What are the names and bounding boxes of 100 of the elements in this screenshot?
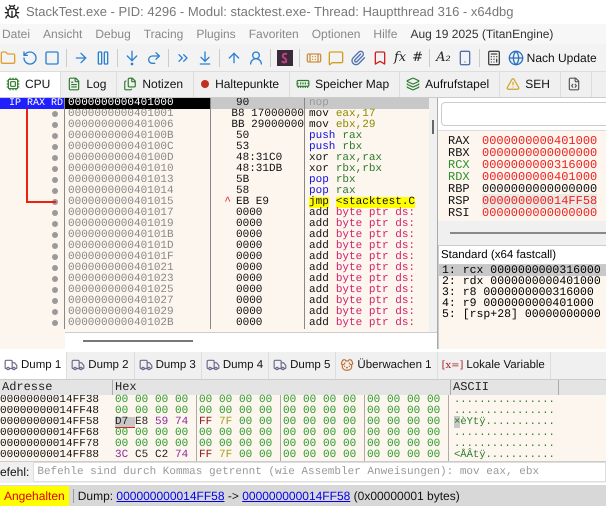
hex-byte: 00 xyxy=(115,428,130,439)
breakpoint-dot-icon[interactable] xyxy=(52,188,58,194)
hex-byte: 00 xyxy=(135,394,150,406)
splitter[interactable] xyxy=(438,220,606,245)
step-into-icon[interactable] xyxy=(124,50,140,66)
comment-icon[interactable] xyxy=(328,50,344,66)
register-value[interactable]: 0000000000000000 xyxy=(482,206,598,220)
breakpoint-dot-icon[interactable] xyxy=(52,166,58,172)
register-value[interactable]: 0000000000000000 xyxy=(482,146,598,160)
hex-byte: 00 xyxy=(115,394,130,406)
address-link[interactable]: 000000000014FF58 xyxy=(116,488,225,503)
mnemonic: add xyxy=(309,262,329,274)
breakpoint-dot-icon[interactable] xyxy=(52,210,58,216)
hex-byte: 00 xyxy=(367,450,382,461)
font-glyph[interactable]: A₂ xyxy=(436,50,451,66)
run-icon[interactable] xyxy=(73,50,89,66)
mnemonic: xor xyxy=(309,152,329,164)
tab[interactable]: Dump 1 xyxy=(0,352,68,379)
argument-row[interactable]: 1: rcx 0000000000316000 xyxy=(439,264,606,276)
truck-icon xyxy=(4,358,18,372)
phone-icon[interactable] xyxy=(456,50,473,66)
breakpoint-dot-icon[interactable] xyxy=(52,243,58,250)
bookmark-icon[interactable] xyxy=(372,50,388,66)
stop-icon[interactable] xyxy=(44,50,60,66)
breakpoint-dot-icon[interactable] xyxy=(52,177,58,184)
register-name: RCX xyxy=(448,158,471,172)
hex-byte: 00 xyxy=(427,438,442,450)
argument-row[interactable]: 2: rdx 0000000000401000 xyxy=(439,276,606,287)
hex-byte: 59 xyxy=(155,416,170,428)
hex-byte: 00 xyxy=(387,416,402,428)
hex-byte: 00 xyxy=(323,394,338,406)
breakpoint-dot-icon[interactable] xyxy=(52,155,58,162)
address-cell-text: 00000000014FF78 xyxy=(0,438,100,450)
register-value[interactable]: 0000000000401000 xyxy=(482,170,598,184)
argument-row[interactable]: 3: r8 0000000000316000 xyxy=(439,286,606,298)
bytes-cell: 48:31DB xyxy=(236,164,282,175)
bytes-cell: 53 xyxy=(236,142,250,153)
breakpoint-dot-icon[interactable] xyxy=(52,287,58,294)
argument-row[interactable]: 5: [rsp+28] 00000000000 xyxy=(439,308,606,320)
ascii-text: ................ xyxy=(453,406,556,417)
address-cell: 0000000000401013 xyxy=(65,174,211,186)
update-button[interactable]: Nach Update xyxy=(508,50,597,66)
operands: eax,17 xyxy=(336,108,376,120)
folder-icon[interactable] xyxy=(0,50,16,66)
register-name: RDX xyxy=(448,170,471,184)
hex-byte: 00 xyxy=(219,438,234,450)
debugger-state: Angehalten xyxy=(0,486,69,506)
hex-byte: 00 xyxy=(407,428,422,439)
bytes-cell: B8 17000000 xyxy=(231,108,304,120)
hex-byte: 00 xyxy=(323,406,338,417)
hex-byte: 00 xyxy=(135,406,150,417)
register-value[interactable]: 0000000000000000 xyxy=(482,182,598,196)
breakpoint-dot-icon[interactable] xyxy=(52,221,58,228)
address-cell-text: 00000000014FF38 xyxy=(0,394,100,406)
mnemonic: xor xyxy=(309,164,329,175)
horizontal-scrollbar[interactable] xyxy=(65,332,437,349)
argument-row[interactable]: 4: r9 0000000000401000 xyxy=(439,298,606,309)
register-value[interactable]: 0000000000401000 xyxy=(482,134,598,148)
breakpoint-dot-icon[interactable] xyxy=(52,232,58,238)
hex-byte: 00 xyxy=(303,428,318,439)
address-cell: 0000000000401017 xyxy=(65,208,211,219)
address-link[interactable]: 000000000014FF58 xyxy=(242,488,350,503)
bytes-cell: 0000 xyxy=(236,252,262,263)
command-field[interactable]: Befehle sind durch Kommas getrennt (wie Assembler Anweisungen): mov eax, ebx xyxy=(33,462,606,482)
operands: rbx xyxy=(336,174,356,186)
hex-byte: 00 xyxy=(427,416,442,428)
calling-convention-dropdown[interactable]: Standard (x64 fastcall) xyxy=(438,244,606,265)
register-value[interactable]: 0000000000316000 xyxy=(482,158,598,172)
hex-byte: 00 xyxy=(367,428,382,439)
restart-icon[interactable] xyxy=(22,50,38,66)
breakpoint-dot-icon[interactable] xyxy=(52,298,58,304)
address-cell: 0000000000401001 xyxy=(65,108,211,120)
breakpoint-dot-icon[interactable] xyxy=(52,254,58,260)
mnemonic: add xyxy=(309,306,329,318)
pause-icon[interactable] xyxy=(95,50,111,66)
breakpoint-dot-icon[interactable] xyxy=(52,320,58,326)
breakpoint-dot-icon[interactable] xyxy=(52,309,58,316)
bytes-cell: 0000 xyxy=(236,218,262,230)
calculator-icon[interactable] xyxy=(486,50,502,66)
hash-glyph[interactable]: # xyxy=(412,50,424,66)
function-glyph[interactable]: fx xyxy=(394,50,406,66)
breakpoint-dot-icon[interactable] xyxy=(52,111,58,118)
user-icon[interactable] xyxy=(248,50,264,66)
vertical-scrollbar[interactable] xyxy=(429,98,437,332)
column-header: Adresse xyxy=(0,380,113,395)
breakpoint-dot-icon[interactable] xyxy=(52,144,58,150)
up-arrow-icon[interactable] xyxy=(226,50,242,66)
tab[interactable]: CPU xyxy=(0,72,62,97)
breakpoint-dot-icon[interactable] xyxy=(52,265,58,272)
breakpoint-dot-icon[interactable] xyxy=(52,276,58,282)
breakpoint-dot-icon[interactable] xyxy=(52,133,58,140)
paperclip-icon[interactable] xyxy=(350,50,366,66)
script-icon[interactable] xyxy=(277,50,293,66)
step-over-icon[interactable] xyxy=(146,50,162,66)
breakpoint-dot-icon[interactable] xyxy=(52,122,58,128)
down-arrow-icon[interactable] xyxy=(197,50,213,66)
address-cell: 000000000040102B xyxy=(65,318,211,329)
hex-byte: 00 xyxy=(367,438,382,450)
input-field[interactable] xyxy=(441,102,606,126)
operands: byte ptr ds: xyxy=(336,306,416,318)
